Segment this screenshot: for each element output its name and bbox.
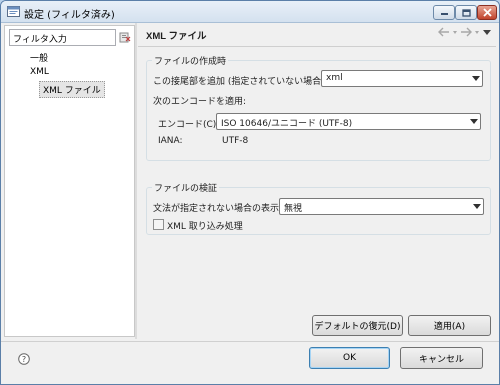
back-dropdown-icon[interactable] — [452, 27, 458, 37]
title-bar: 設定 (フィルタ済み) — [1, 1, 499, 23]
tree-item-xml-files[interactable]: XML ファイル — [39, 81, 105, 98]
chevron-down-icon — [473, 204, 481, 209]
validating-files-legend: ファイルの検証 — [152, 181, 220, 194]
preference-tree-pane: フィルタ入力 一般 XML XML ファイル — [4, 25, 135, 337]
cancel-button[interactable]: キャンセル — [400, 347, 483, 369]
encoding-label: エンコード(C): — [158, 120, 220, 130]
xinclude-checkbox[interactable] — [153, 219, 164, 230]
history-navigation — [438, 27, 492, 37]
minimize-button[interactable] — [433, 5, 455, 20]
suffix-select[interactable]: xml — [321, 70, 483, 87]
suffix-label: この接尾部を追加 (指定されていない場合): — [153, 77, 328, 87]
preference-page: XML ファイル ファイルの作成時 この接尾部を追加 (指定されていない場合):… — [138, 25, 496, 337]
view-menu-icon[interactable] — [482, 27, 492, 37]
svg-text:?: ? — [22, 355, 26, 364]
chevron-down-icon — [472, 76, 480, 81]
maximize-icon — [461, 8, 471, 17]
maximize-button[interactable] — [455, 5, 477, 20]
window-title: 設定 (フィルタ済み) — [24, 10, 115, 21]
apply-button[interactable]: 適用(A) — [408, 315, 491, 336]
creating-files-legend: ファイルの作成時 — [152, 54, 229, 67]
filter-input[interactable]: フィルタ入力 — [9, 29, 116, 46]
preferences-window: 設定 (フィルタ済み) フィルタ入力 一般 XML XML ファイル XML フ… — [0, 0, 500, 385]
dialog-content: フィルタ入力 一般 XML XML ファイル XML ファイル ファイルの作成時… — [1, 23, 499, 384]
tree-item-xml[interactable]: XML — [27, 66, 52, 78]
help-icon[interactable]: ? — [18, 353, 30, 365]
page-title: XML ファイル — [146, 31, 207, 42]
iana-value: UTF-8 — [222, 136, 249, 146]
encoding-select[interactable]: ISO 10646/ユニコード (UTF-8) — [216, 113, 481, 130]
close-icon — [482, 8, 492, 17]
grammar-select-value: 無視 — [284, 204, 303, 214]
ok-button[interactable]: OK — [309, 347, 390, 369]
grammar-label: 文法が指定されない場合の表示: — [153, 204, 283, 214]
chevron-down-icon — [470, 119, 478, 124]
restore-defaults-button[interactable]: デフォルトの復元(D) — [312, 315, 403, 336]
xinclude-label: XML 取り込み処理 — [167, 222, 243, 232]
forward-dropdown-icon[interactable] — [474, 27, 480, 37]
grammar-select[interactable]: 無視 — [279, 198, 484, 215]
pane-splitter[interactable] — [135, 23, 137, 339]
minimize-icon — [440, 13, 448, 15]
suffix-select-value: xml — [326, 73, 343, 83]
encoding-select-value: ISO 10646/ユニコード (UTF-8) — [221, 119, 353, 129]
app-icon — [7, 6, 20, 17]
encoding-section-label: 次のエンコードを適用: — [153, 97, 247, 107]
back-arrow-icon[interactable] — [438, 27, 450, 37]
footer-separator — [1, 341, 499, 342]
close-button[interactable] — [477, 5, 497, 20]
tree-item-general[interactable]: 一般 — [27, 50, 51, 65]
iana-label: IANA: — [158, 136, 183, 146]
forward-arrow-icon[interactable] — [460, 27, 472, 37]
title-separator — [138, 46, 496, 47]
clear-filter-icon[interactable] — [119, 31, 131, 43]
